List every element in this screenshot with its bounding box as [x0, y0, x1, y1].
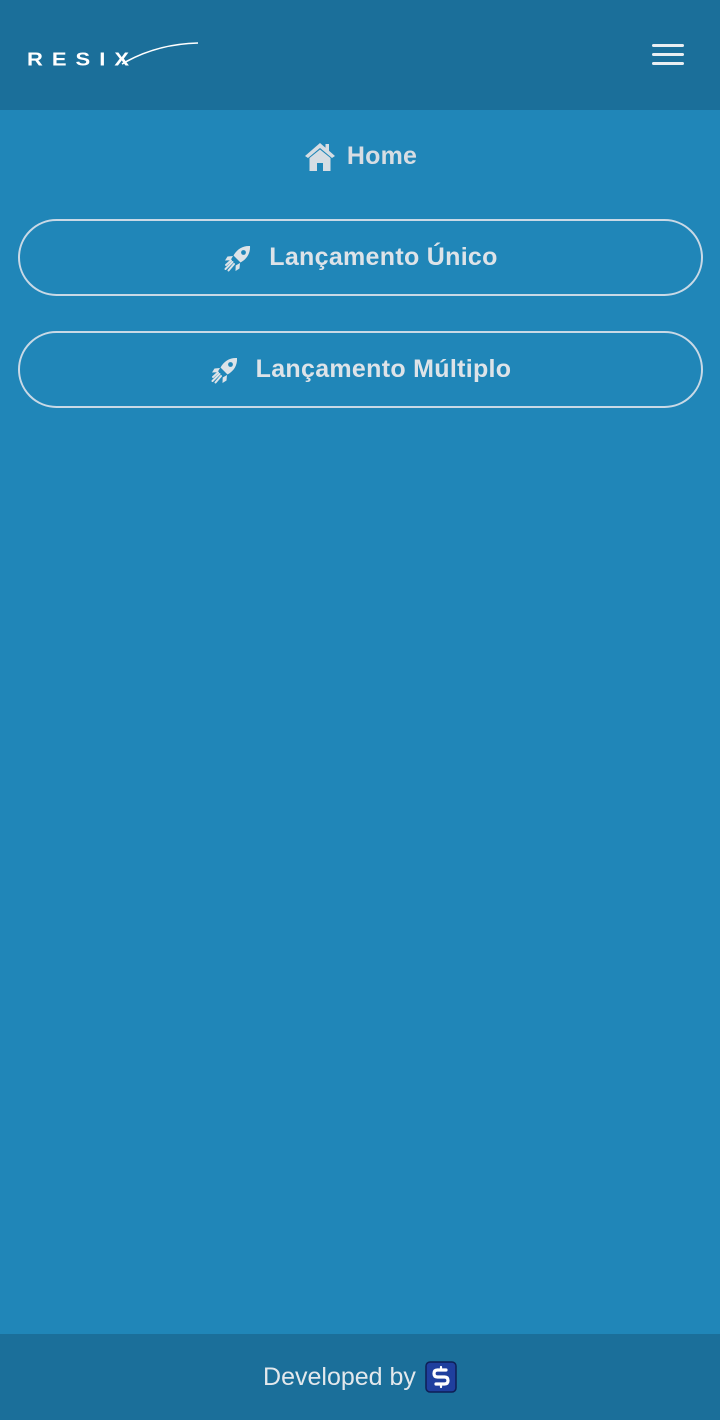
top-app-bar: RESIX — [0, 0, 720, 110]
page-heading: Home — [0, 136, 720, 176]
footer: Developed by — [0, 1334, 720, 1420]
rocket-icon — [211, 357, 237, 383]
lancamento-multiplo-label: Lançamento Múltiplo — [255, 355, 512, 383]
rocket-icon — [224, 245, 251, 271]
home-icon — [304, 143, 335, 171]
lancamento-unico-button[interactable]: Lançamento Único — [18, 219, 703, 296]
svg-text:RESIX: RESIX — [27, 50, 138, 70]
developed-by-text: Developed by — [263, 1362, 416, 1391]
lancamento-unico-label: Lançamento Único — [269, 243, 498, 271]
menu-line — [652, 62, 684, 65]
lancamento-multiplo-button[interactable]: Lançamento Múltiplo — [18, 331, 703, 408]
hamburger-menu-icon[interactable] — [652, 42, 686, 68]
menu-line — [652, 44, 684, 47]
page-title: Home — [346, 141, 418, 170]
developer-logo-icon[interactable] — [425, 1361, 457, 1393]
menu-line — [652, 53, 684, 56]
app-root: RESIX Home Lançamento Único Lançamento M… — [0, 0, 720, 1420]
resix-logo[interactable]: RESIX — [26, 40, 202, 72]
